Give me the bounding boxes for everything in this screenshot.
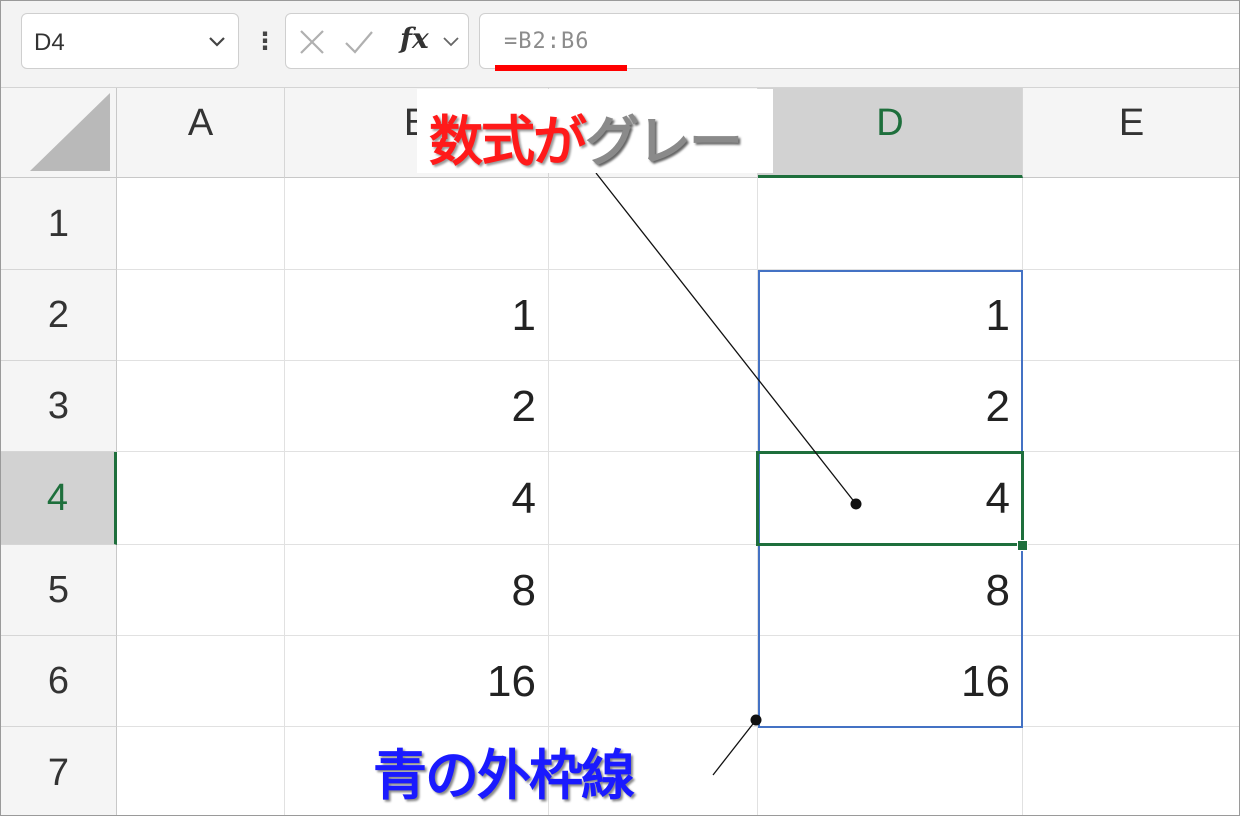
annotation-text-gray: グレー: [585, 110, 743, 173]
callout-dot-formula: [850, 498, 862, 510]
callout-line-border: [712, 719, 757, 776]
callout-dot-border: [750, 714, 762, 726]
annotation-gray-formula: 数式が グレー: [417, 89, 773, 173]
annotation-blue-border: 青の外枠線: [373, 744, 635, 807]
excel-window: D4 ⋮ fx =B2:B6 A D E 1 2 3 4 5 6 7 1 1 2…: [0, 0, 1240, 816]
callout-line-formula: [595, 172, 857, 505]
annotation-text-red: 数式が: [429, 110, 587, 173]
